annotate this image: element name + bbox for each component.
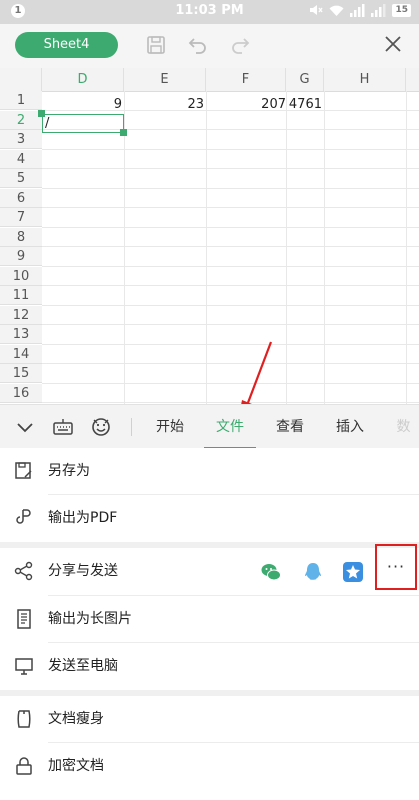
- signal-icon: [350, 3, 365, 17]
- row-line: [42, 207, 419, 208]
- row-line: [42, 226, 419, 228]
- tab-separator: [131, 418, 132, 436]
- row-line: [42, 168, 419, 169]
- menu-item-send-to-pc[interactable]: 发送至电脑: [0, 643, 419, 690]
- tab-view[interactable]: 查看: [268, 405, 312, 449]
- status-icons: 15: [309, 3, 411, 17]
- more-options-button[interactable]: ···: [378, 556, 414, 578]
- wechat-icon[interactable]: [260, 561, 282, 583]
- qq-icon[interactable]: [302, 561, 324, 583]
- selected-cell-d2[interactable]: [42, 114, 124, 133]
- column-header-row: D E F G H: [0, 68, 419, 92]
- save-as-icon: [15, 462, 32, 479]
- tab-insert[interactable]: 插入: [328, 405, 372, 449]
- mute-icon: [310, 5, 323, 15]
- column-header-h[interactable]: H: [324, 68, 406, 91]
- row-header-6[interactable]: 6: [0, 188, 42, 208]
- column-header-g[interactable]: G: [286, 68, 324, 91]
- close-icon[interactable]: [383, 34, 403, 54]
- selection-handle-top-left[interactable]: [38, 110, 45, 117]
- signal-icon-2: [371, 3, 386, 17]
- tab-file[interactable]: 文件: [206, 405, 254, 449]
- row-line: [42, 265, 419, 267]
- cell-d2-input[interactable]: /: [45, 114, 49, 133]
- row-header-8[interactable]: 8: [0, 227, 42, 247]
- column-header-f[interactable]: F: [206, 68, 286, 91]
- save-icon[interactable]: [144, 33, 168, 57]
- row-header-11[interactable]: 11: [0, 286, 42, 305]
- row-line: [42, 324, 419, 325]
- selection-handle-bottom-right[interactable]: [120, 129, 127, 136]
- menu-item-encrypt-document[interactable]: 加密文档: [0, 743, 419, 790]
- row-header-10[interactable]: 10: [0, 266, 42, 286]
- row-header-13[interactable]: 13: [0, 325, 42, 344]
- row-line: [42, 343, 419, 345]
- sheet-tab[interactable]: Sheet4: [15, 32, 118, 58]
- row-line: [42, 187, 419, 189]
- row-header-16[interactable]: 16: [0, 383, 42, 403]
- menu-label-send-to-pc: 发送至电脑: [48, 658, 118, 674]
- slim-document-icon: [17, 710, 31, 728]
- tab-data[interactable]: 数: [388, 405, 419, 449]
- tab-start[interactable]: 开始: [148, 405, 192, 449]
- row-header-7[interactable]: 7: [0, 208, 42, 227]
- row-line: [42, 285, 419, 286]
- column-header-e[interactable]: E: [124, 68, 206, 91]
- wifi-icon: [329, 5, 344, 16]
- redo-icon[interactable]: [228, 33, 252, 57]
- menu-label-share-send: 分享与发送: [48, 563, 118, 579]
- row-header-2[interactable]: 2: [0, 110, 42, 130]
- long-image-icon: [17, 609, 31, 629]
- cell-d1[interactable]: 9: [42, 95, 124, 114]
- undo-icon[interactable]: [186, 33, 210, 57]
- menu-item-slim-document[interactable]: 文档瘦身: [0, 696, 419, 743]
- menu-label-export-long-image: 输出为长图片: [48, 611, 132, 627]
- lock-icon: [16, 757, 32, 775]
- cell-f1[interactable]: 207: [206, 95, 288, 114]
- menu-label-save-as: 另存为: [48, 463, 90, 479]
- menu-item-export-pdf[interactable]: 输出为PDF: [0, 495, 419, 542]
- menu-label-encrypt-document: 加密文档: [48, 758, 104, 774]
- row-header-9[interactable]: 9: [0, 247, 42, 266]
- menu-label-slim-document: 文档瘦身: [48, 711, 104, 727]
- corner-cell[interactable]: [0, 68, 42, 91]
- emoji-icon[interactable]: [90, 416, 112, 438]
- menu-label-export-pdf: 输出为PDF: [48, 510, 118, 526]
- row-line: [42, 382, 419, 384]
- row-line: [42, 363, 419, 364]
- row-line: [42, 402, 419, 403]
- row-line: [42, 148, 419, 150]
- row-header-12[interactable]: 12: [0, 305, 42, 325]
- row-header-14[interactable]: 14: [0, 344, 42, 364]
- status-bar: 1 11:03 PM 15: [0, 0, 419, 24]
- cell-e1[interactable]: 23: [124, 95, 206, 114]
- cell-g1[interactable]: 4761: [286, 95, 324, 114]
- keyboard-icon[interactable]: [52, 416, 74, 438]
- computer-icon: [15, 658, 33, 675]
- share-icon: [14, 561, 33, 581]
- row-header-4[interactable]: 4: [0, 149, 42, 169]
- row-header-15[interactable]: 15: [0, 364, 42, 383]
- top-toolbar: Sheet4: [0, 24, 419, 68]
- spreadsheet-grid[interactable]: D E F G H 1 2 3 4 5 6 7 8 9 10 11 12 13 14 15 16 9 23 2…: [0, 68, 419, 404]
- row-header-5[interactable]: 5: [0, 169, 42, 188]
- qq-zone-icon[interactable]: [342, 561, 364, 583]
- menu-item-share-send[interactable]: 分享与发送: [0, 548, 419, 595]
- row-header-3[interactable]: 3: [0, 130, 42, 149]
- menu-item-save-as[interactable]: 另存为: [0, 448, 419, 495]
- row-line: [42, 304, 419, 306]
- collapse-chevron-icon[interactable]: [14, 416, 36, 438]
- row-header-1[interactable]: 1: [0, 91, 42, 110]
- menu-item-export-long-image[interactable]: 输出为长图片: [0, 596, 419, 643]
- pdf-icon: [16, 509, 31, 524]
- row-line: [42, 246, 419, 247]
- ribbon-tab-bar: 开始 文件 查看 插入 数: [0, 404, 419, 450]
- column-header-d[interactable]: D: [42, 68, 124, 91]
- battery-indicator: 15: [392, 3, 411, 17]
